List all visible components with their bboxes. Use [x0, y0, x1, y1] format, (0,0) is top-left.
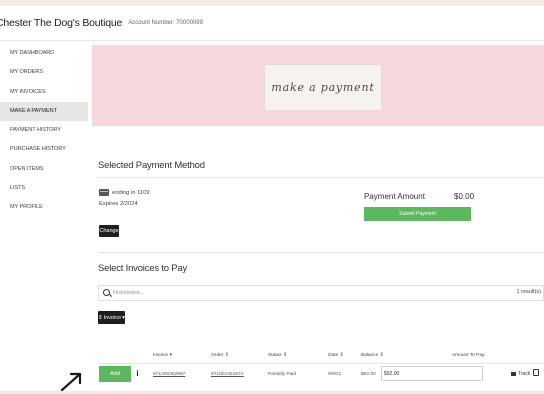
info-icon[interactable]: і — [134, 369, 141, 378]
print-icon[interactable] — [533, 369, 539, 376]
top-bar: Chester The Dog's Boutique Account Numbe… — [0, 6, 544, 41]
sort-icon: ⇕ — [378, 353, 384, 358]
card-ending: ending in 1109 — [112, 190, 150, 196]
store-name[interactable]: Chester The Dog's Boutique — [0, 17, 122, 29]
app-window: Chester The Dog's Boutique Account Numbe… — [0, 6, 544, 391]
divider — [98, 177, 544, 178]
credit-card-icon — [99, 189, 109, 196]
chevron-down-icon: ▾ — [122, 314, 125, 321]
sidebar-item-open-items[interactable]: OPEN ITEMS — [0, 160, 88, 179]
card-expiry: Expires 2/2024 — [99, 201, 138, 207]
banner-box: make a payment — [264, 64, 382, 111]
sidebar-item-my-profile[interactable]: MY PROFILE — [0, 198, 88, 217]
invoice-search-input[interactable] — [113, 287, 413, 299]
sort-desc-icon: ▾ — [168, 353, 172, 358]
change-payment-button[interactable]: Change — [99, 225, 119, 237]
annotation-arrow-icon — [60, 372, 82, 392]
sort-icon: ⇕ — [281, 353, 287, 358]
banner-title: make a payment — [271, 81, 375, 94]
amount-to-pay-input[interactable] — [381, 366, 483, 381]
payment-amount-value: $0.00 — [454, 192, 475, 201]
column-header-date[interactable]: Date ⇕ — [328, 353, 344, 358]
sidebar-item-my-orders[interactable]: MY ORDERS — [0, 63, 88, 82]
sort-icon: ⇕ — [338, 353, 344, 358]
invoice-date: 9/9/21 — [328, 372, 342, 377]
submit-payment-button[interactable]: Submit Payment — [364, 207, 471, 221]
payment-amount-label: Payment Amount — [364, 192, 425, 201]
sidebar-item-lists[interactable]: LISTS — [0, 179, 88, 198]
column-header-amount-to-pay: Amount To Pay — [452, 353, 485, 358]
sidebar-item-my-dashboard[interactable]: MY DASHBOARD — [0, 44, 88, 63]
invoices-title: Select Invoices to Pay — [98, 263, 188, 274]
invoice-filter-dropdown[interactable]: ⇕ Invoice ▾ — [98, 311, 125, 324]
column-header-invoice[interactable]: Invoice ▾ — [153, 353, 172, 358]
sidebar: MY DASHBOARD MY ORDERS MY INVOICES MAKE … — [0, 44, 88, 218]
track-button[interactable]: Track — [511, 371, 530, 377]
sidebar-item-purchase-history[interactable]: PURCHASE HISTORY — [0, 140, 88, 159]
sidebar-item-make-a-payment[interactable]: MAKE A PAYMENT — [0, 101, 88, 122]
invoice-status: Partially Paid — [268, 372, 296, 377]
column-header-status[interactable]: Status ⇕ — [268, 353, 287, 358]
page-banner: make a payment — [92, 45, 544, 126]
order-number-link: 6TL00145187A — [211, 372, 244, 377]
sort-icon: ⇕ — [98, 314, 103, 321]
column-header-order[interactable]: Order ⇕ — [211, 353, 229, 358]
sidebar-item-my-invoices[interactable]: MY INVOICES — [0, 83, 88, 102]
search-icon — [103, 289, 110, 296]
add-invoice-button[interactable]: Add — [99, 366, 131, 382]
divider — [98, 252, 544, 253]
account-number: Account Number: 70000099 — [128, 20, 203, 26]
sidebar-item-payment-history[interactable]: PAYMENT HISTORY — [0, 121, 88, 140]
results-count: 1 result(s) — [516, 289, 541, 295]
column-header-balance[interactable]: Balance ⇕ — [361, 353, 384, 358]
truck-icon — [511, 371, 516, 376]
invoice-number-link: 6TL000352967 — [153, 372, 186, 377]
payment-method-title: Selected Payment Method — [98, 160, 205, 171]
invoice-search-bar: 1 result(s) — [98, 285, 544, 301]
invoice-balance: $92.00 — [361, 372, 376, 377]
invoice-filter-label: Invoice — [103, 314, 122, 321]
sort-icon: ⇕ — [223, 353, 229, 358]
